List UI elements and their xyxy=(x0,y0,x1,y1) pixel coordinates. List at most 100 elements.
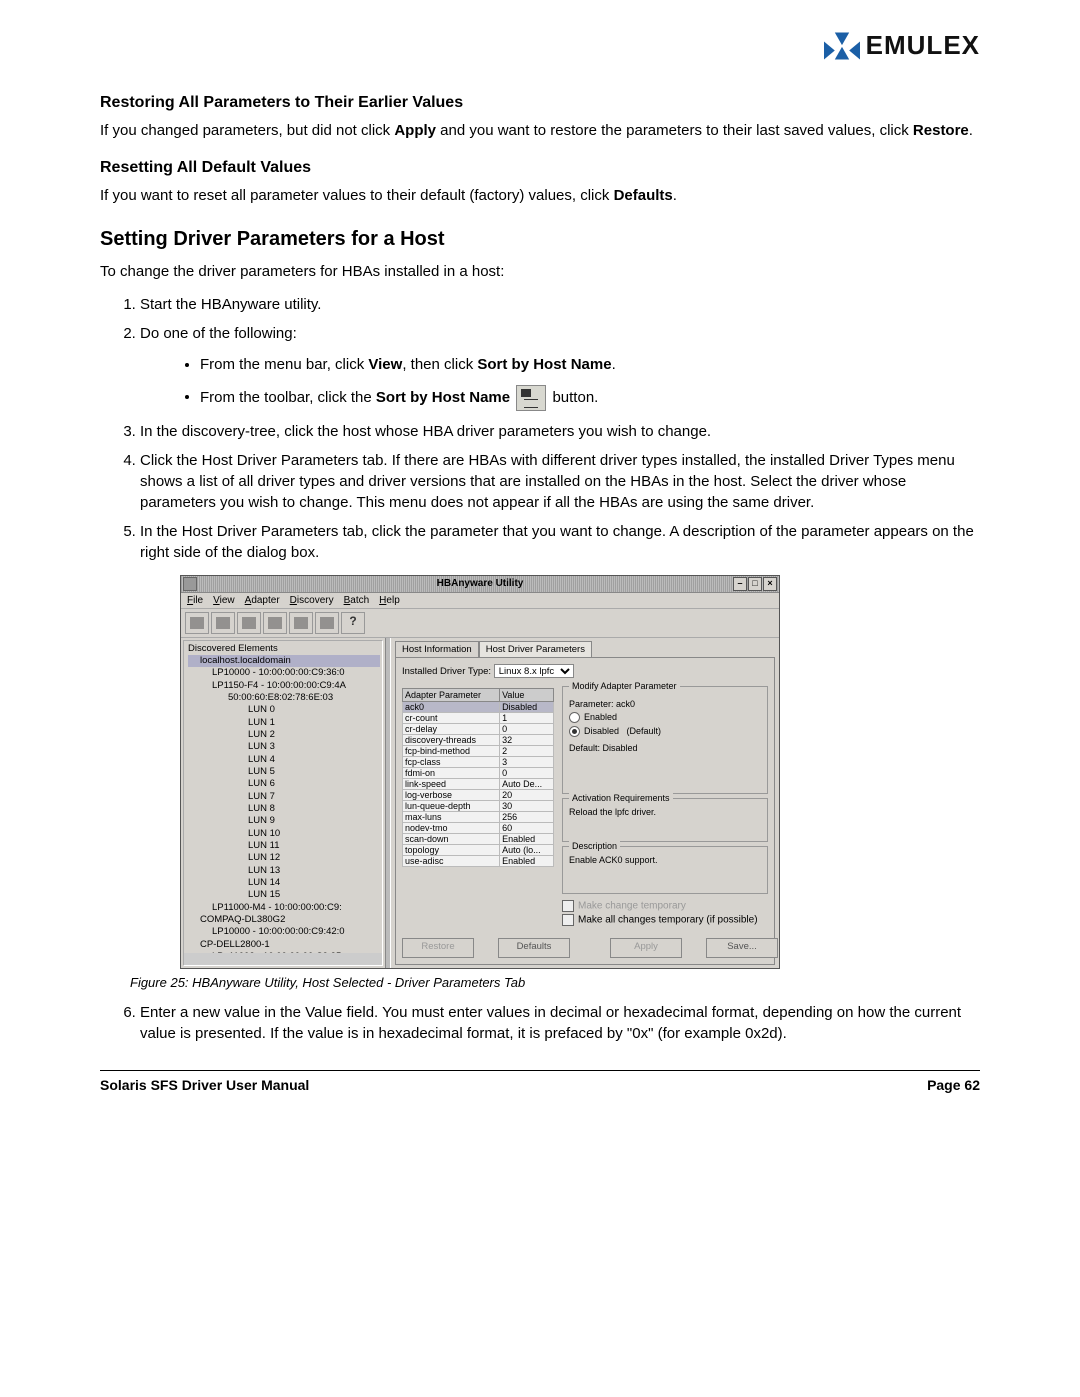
tree-lun[interactable]: LUN 10 xyxy=(188,828,380,840)
tree-node[interactable]: LP11000-M4 - 10:00:00:00:C9: xyxy=(188,902,380,914)
param-value-cell: 3 xyxy=(500,756,554,767)
menu-batch[interactable]: Batch xyxy=(344,595,370,606)
menu-view[interactable]: View xyxy=(213,595,235,606)
toolbar-btn-1[interactable] xyxy=(185,612,209,634)
page-header: EMULEX xyxy=(100,30,980,64)
param-name-cell: scan-down xyxy=(403,833,500,844)
tree-lun[interactable]: LUN 8 xyxy=(188,803,380,815)
step-1: Start the HBAnyware utility. xyxy=(140,294,980,315)
make-change-temporary[interactable]: Make change temporary xyxy=(562,900,768,912)
toolbar-help-button[interactable] xyxy=(341,612,365,634)
table-row[interactable]: topologyAuto (lo... xyxy=(403,844,554,855)
menu-help[interactable]: Help xyxy=(379,595,400,606)
col-adapter-parameter[interactable]: Adapter Parameter xyxy=(403,688,500,701)
tab-host-information[interactable]: Host Information xyxy=(395,641,479,658)
table-row[interactable]: max-luns256 xyxy=(403,811,554,822)
tree-node[interactable]: LP10000 - 10:00:00:00:C9:36:0 xyxy=(188,667,380,679)
table-row[interactable]: log-verbose20 xyxy=(403,789,554,800)
tree-lun[interactable]: LUN 0 xyxy=(188,704,380,716)
tree-node[interactable]: CP-DELL2800-1 xyxy=(188,939,380,951)
toolbar-btn-4[interactable] xyxy=(263,612,287,634)
tree-lun[interactable]: LUN 6 xyxy=(188,778,380,790)
menu-adapter[interactable]: Adapter xyxy=(245,595,280,606)
table-row[interactable]: cr-delay0 xyxy=(403,723,554,734)
tree-h-scrollbar[interactable] xyxy=(184,953,382,965)
table-row[interactable]: scan-downEnabled xyxy=(403,833,554,844)
tree-root[interactable]: Discovered Elements xyxy=(188,643,380,655)
step-2b: From the toolbar, click the Sort by Host… xyxy=(200,385,980,411)
radio-disabled[interactable]: Disabled (Default) xyxy=(569,726,761,737)
menu-discovery[interactable]: Discovery xyxy=(290,595,334,606)
tree-lun[interactable]: LUN 15 xyxy=(188,889,380,901)
maximize-button[interactable]: □ xyxy=(748,577,762,591)
section-resetting-para: If you want to reset all parameter value… xyxy=(100,185,980,206)
tree-lun[interactable]: LUN 2 xyxy=(188,729,380,741)
menu-file[interactable]: File xyxy=(187,595,203,606)
activation-text: Reload the lpfc driver. xyxy=(569,807,761,817)
table-row[interactable]: cr-count1 xyxy=(403,712,554,723)
sort-by-host-icon xyxy=(516,385,546,411)
table-row[interactable]: lun-queue-depth30 xyxy=(403,800,554,811)
installed-driver-type-select[interactable]: Linux 8.x lpfc xyxy=(494,664,574,678)
section-setting-title: Setting Driver Parameters for a Host xyxy=(100,228,980,251)
table-row[interactable]: fcp-class3 xyxy=(403,756,554,767)
make-all-changes-temporary[interactable]: Make all changes temporary (if possible) xyxy=(562,914,768,926)
col-value[interactable]: Value xyxy=(500,688,554,701)
table-row[interactable]: fdmi-on0 xyxy=(403,767,554,778)
step-2: Do one of the following: From the menu b… xyxy=(140,323,980,411)
system-menu-icon[interactable] xyxy=(183,577,197,591)
restore-button[interactable]: Restore xyxy=(402,938,474,958)
tree-lun[interactable]: LUN 11 xyxy=(188,840,380,852)
tree-node[interactable]: LP10000 - 10:00:00:00:C9:42:0 xyxy=(188,926,380,938)
tree-lun[interactable]: LUN 3 xyxy=(188,741,380,753)
radio-enabled[interactable]: Enabled xyxy=(569,712,761,723)
param-value-cell: 2 xyxy=(500,745,554,756)
table-row[interactable]: link-speedAuto De... xyxy=(403,778,554,789)
param-value-cell: Auto (lo... xyxy=(500,844,554,855)
tree-lun[interactable]: LUN 9 xyxy=(188,815,380,827)
save-button[interactable]: Save... xyxy=(706,938,778,958)
table-row[interactable]: fcp-bind-method2 xyxy=(403,745,554,756)
table-row[interactable]: discovery-threads32 xyxy=(403,734,554,745)
tree-lun[interactable]: LUN 14 xyxy=(188,877,380,889)
tab-host-driver-parameters[interactable]: Host Driver Parameters xyxy=(479,641,592,658)
tree-node[interactable]: 50:00:60:E8:02:78:6E:03 xyxy=(188,692,380,704)
tree-lun[interactable]: LUN 7 xyxy=(188,791,380,803)
tree-lun[interactable]: LUN 13 xyxy=(188,865,380,877)
toolbar-btn-5[interactable] xyxy=(289,612,313,634)
step-4: Click the Host Driver Parameters tab. If… xyxy=(140,450,980,513)
tree-lun[interactable]: LUN 5 xyxy=(188,766,380,778)
minimize-button[interactable]: – xyxy=(733,577,747,591)
discovery-tree[interactable]: Discovered Elements localhost.localdomai… xyxy=(183,640,383,966)
steps-list: Start the HBAnyware utility. Do one of t… xyxy=(140,294,980,563)
param-name-cell: use-adisc xyxy=(403,855,500,866)
table-row[interactable]: ack0Disabled xyxy=(403,701,554,712)
param-name-cell: discovery-threads xyxy=(403,734,500,745)
page-footer: Solaris SFS Driver User Manual Page 62 xyxy=(100,1077,980,1093)
toolbar-btn-2[interactable] xyxy=(211,612,235,634)
modify-legend: Modify Adapter Parameter xyxy=(569,681,680,691)
installed-driver-type-label: Installed Driver Type: xyxy=(402,666,491,677)
param-value-cell: 0 xyxy=(500,723,554,734)
section-restoring-para: If you changed parameters, but did not c… xyxy=(100,120,980,141)
table-row[interactable]: nodev-tmo60 xyxy=(403,822,554,833)
toolbar-btn-3[interactable] xyxy=(237,612,261,634)
tree-lun[interactable]: LUN 12 xyxy=(188,852,380,864)
param-name-cell: lun-queue-depth xyxy=(403,800,500,811)
tree-node[interactable]: LP1150-F4 - 10:00:00:00:C9:4A xyxy=(188,680,380,692)
close-button[interactable]: × xyxy=(763,577,777,591)
logo-icon xyxy=(824,32,860,60)
step-5: In the Host Driver Parameters tab, click… xyxy=(140,521,980,563)
table-row[interactable]: use-adiscEnabled xyxy=(403,855,554,866)
defaults-button[interactable]: Defaults xyxy=(498,938,570,958)
tree-host[interactable]: localhost.localdomain xyxy=(188,655,380,667)
param-value-cell: 60 xyxy=(500,822,554,833)
toolbar-btn-6[interactable] xyxy=(315,612,339,634)
tree-lun[interactable]: LUN 1 xyxy=(188,717,380,729)
default-line: Default: Disabled xyxy=(569,743,761,753)
tree-lun[interactable]: LUN 4 xyxy=(188,754,380,766)
parameter-table[interactable]: Adapter Parameter Value ack0Disabledcr-c… xyxy=(402,688,554,918)
param-value-cell: Auto De... xyxy=(500,778,554,789)
tree-node[interactable]: COMPAQ-DL380G2 xyxy=(188,914,380,926)
apply-button[interactable]: Apply xyxy=(610,938,682,958)
